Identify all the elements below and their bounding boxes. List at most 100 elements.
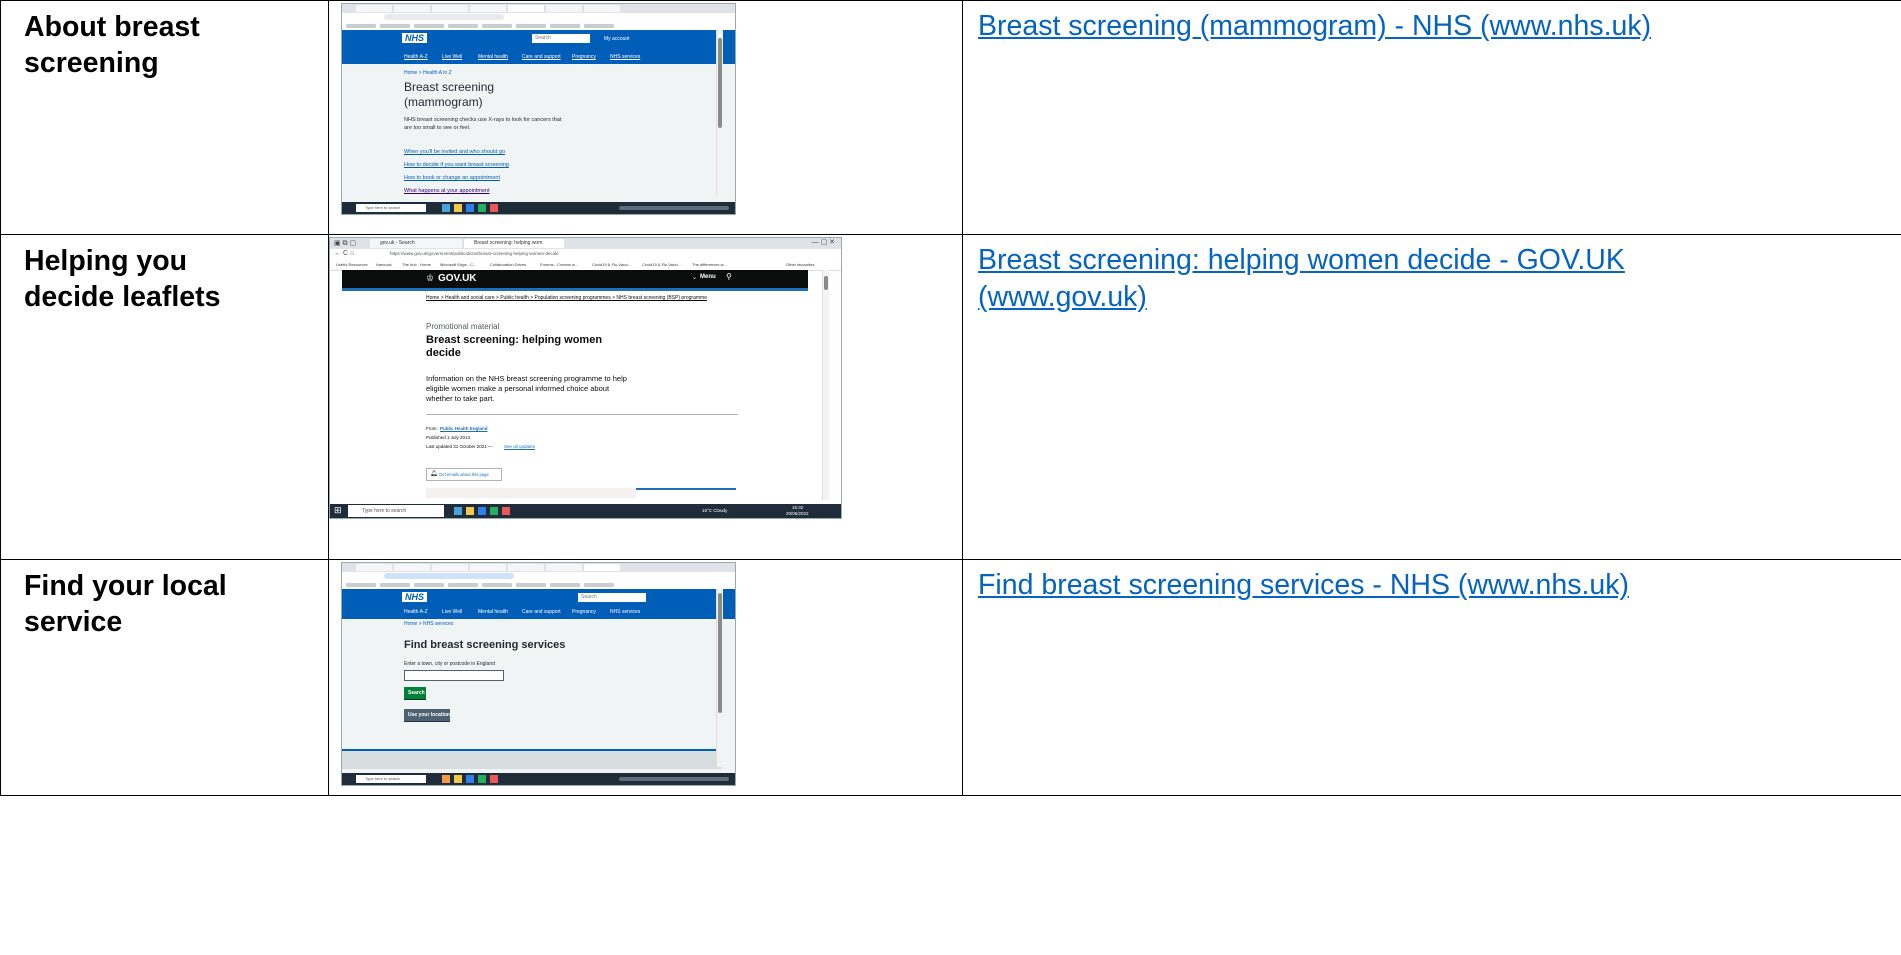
nav-health-az[interactable]: Health A-Z — [404, 54, 428, 60]
crown-icon: ♔ — [426, 273, 435, 283]
govuk-leaflet-screenshot: ▣ ⧉ ▢ gov.uk - Search Breast screening: … — [329, 237, 842, 519]
content-link[interactable]: When you'll be invited and who should go — [404, 149, 505, 155]
intro-text: NHS breast screening checks use X-rays t… — [404, 117, 562, 123]
taskbar-search[interactable]: Type here to search — [356, 204, 426, 212]
url-text[interactable]: https://www.gov.uk/government/publicatio… — [390, 251, 559, 256]
intro-text-line2: are too small to see or feel. — [404, 125, 471, 131]
nav-pregnancy[interactable]: Pregnancy — [572, 54, 596, 60]
page-footer-strip — [426, 488, 636, 498]
divider — [426, 414, 738, 415]
app-icon[interactable] — [466, 507, 474, 515]
content-link[interactable]: What happens at your appointment — [404, 188, 490, 194]
published-date: Published 1 July 2013 — [426, 435, 471, 440]
from-label: From: — [426, 426, 438, 431]
nhs-header: NHS Search My account Health A-Z Live We… — [342, 30, 735, 64]
taskbar-search[interactable]: Type here to search — [356, 775, 426, 783]
page-title: Find breast screening services — [404, 639, 566, 651]
resource-link[interactable]: Breast screening: helping women decide -… — [963, 235, 1698, 316]
browser-tabs — [342, 563, 735, 572]
app-icon[interactable] — [442, 204, 450, 212]
account-link[interactable]: My account — [604, 36, 630, 42]
label-cell: About breast screening — [0, 0, 329, 235]
app-icon[interactable] — [442, 775, 450, 783]
search-icon[interactable]: ⚲ — [726, 272, 732, 281]
app-icon[interactable] — [490, 507, 498, 515]
field-label: Enter a town, city or postcode in Englan… — [404, 661, 495, 667]
summary-text-line2: eligible women make a personal informed … — [426, 384, 610, 393]
breadcrumb[interactable]: Home > Health A to Z — [404, 70, 452, 76]
scrollbar[interactable] — [716, 589, 723, 767]
scrollbar[interactable] — [716, 30, 723, 196]
content-link[interactable]: How to decide if you want breast screeni… — [404, 162, 509, 168]
footer-bar — [342, 749, 722, 769]
app-icon[interactable] — [502, 507, 510, 515]
nav-nhs-services[interactable]: NHS services — [610, 609, 640, 615]
nav-live-well[interactable]: Live Well — [442, 54, 462, 60]
app-icon[interactable] — [454, 204, 462, 212]
nav-pregnancy[interactable]: Pregnancy — [572, 609, 596, 615]
updated-date: Last updated 31 October 2021 — — [426, 444, 493, 449]
location-input[interactable] — [404, 670, 504, 681]
taskbar: Type here to search — [342, 773, 735, 785]
resource-link[interactable]: Breast screening (mammogram) - NHS (www.… — [963, 1, 1651, 45]
taskbar-search[interactable]: Type here to search — [348, 505, 444, 517]
tab-search[interactable]: gov.uk - Search — [370, 239, 462, 248]
use-location-button[interactable]: Use your location — [404, 709, 450, 721]
app-icon[interactable] — [490, 204, 498, 212]
resource-link[interactable]: Find breast screening services - NHS (ww… — [963, 560, 1629, 604]
govuk-header: ♔ GOV.UK ⌄ Menu ⚲ — [342, 270, 808, 291]
app-icon[interactable] — [466, 775, 474, 783]
scrollbar[interactable] — [822, 270, 829, 500]
summary-text: Information on the NHS breast screening … — [426, 374, 627, 383]
breadcrumb[interactable]: Home > NHS services — [404, 621, 453, 627]
weather-status: 16°C Cloudy — [702, 508, 728, 513]
nhs-find-service-screenshot: NHS Search Health A-Z Live Well Mental h… — [341, 562, 736, 786]
address-bar — [342, 13, 735, 22]
breadcrumb[interactable]: Home > Health and social care > Public h… — [426, 295, 707, 301]
label-cell: Find your local service — [0, 559, 329, 796]
nav-mental-health[interactable]: Mental health — [478, 54, 508, 60]
nav-mental-health[interactable]: Mental health — [478, 609, 508, 615]
nav-arrows[interactable]: ← C ⌂ — [334, 250, 354, 257]
system-tray — [619, 777, 729, 781]
resource-table: About breast screening NHS Search My acc… — [0, 0, 1901, 796]
window-buttons[interactable]: — ▢ ✕ — [812, 238, 835, 246]
nav-care-support[interactable]: Care and support — [522, 54, 561, 60]
content-link[interactable]: How to book or change an appointment — [404, 175, 500, 181]
clock-date: 20/06/2022 — [786, 511, 809, 516]
screenshot-cell: NHS Search Health A-Z Live Well Mental h… — [328, 559, 963, 796]
related-bar — [636, 488, 736, 490]
app-icon[interactable] — [478, 507, 486, 515]
see-updates-link[interactable]: See all updates — [504, 444, 535, 449]
taskbar: ⊞ Type here to search 16°C Cloudy 15:32 … — [330, 504, 841, 518]
email-alerts-button[interactable]: 🔔︎ Get emails about this page — [426, 468, 502, 481]
from-org-link[interactable]: Public Health England — [440, 426, 488, 431]
app-icon[interactable] — [478, 775, 486, 783]
tab-active[interactable]: Breast screening: helping wom — [464, 239, 564, 248]
app-icon[interactable] — [454, 775, 462, 783]
app-icon[interactable] — [478, 204, 486, 212]
address-bar: ← C ⌂ https://www.gov.uk/government/publ… — [330, 249, 841, 260]
nav-care-support[interactable]: Care and support — [522, 609, 561, 615]
windows-icon[interactable]: ⊞ — [334, 505, 342, 516]
app-icon[interactable] — [466, 204, 474, 212]
row-label: Find your local service — [24, 570, 227, 638]
page-title-line2: decide — [426, 347, 461, 359]
link-cell: Find breast screening services - NHS (ww… — [962, 559, 1901, 796]
govuk-logo[interactable]: GOV.UK — [438, 273, 477, 284]
system-tray — [619, 206, 729, 210]
chevron-down-icon: ⌄ — [692, 275, 698, 281]
app-icon[interactable] — [454, 507, 462, 515]
search-input[interactable]: Search — [578, 593, 646, 602]
label-cell: Helping you decide leaflets — [0, 234, 329, 560]
table-row: Find your local service NHS Search Healt… — [0, 559, 1901, 796]
table-row: Helping you decide leaflets ▣ ⧉ ▢ gov.uk… — [0, 234, 1901, 560]
menu-button[interactable]: Menu — [700, 274, 716, 280]
nav-live-well[interactable]: Live Well — [442, 609, 462, 615]
search-button[interactable]: Search — [404, 687, 426, 699]
app-icon[interactable] — [490, 775, 498, 783]
search-input[interactable]: Search — [532, 34, 590, 43]
nav-health-az[interactable]: Health A-Z — [404, 609, 428, 615]
nhs-logo: NHS — [402, 33, 428, 43]
nav-nhs-services[interactable]: NHS services — [610, 54, 640, 60]
